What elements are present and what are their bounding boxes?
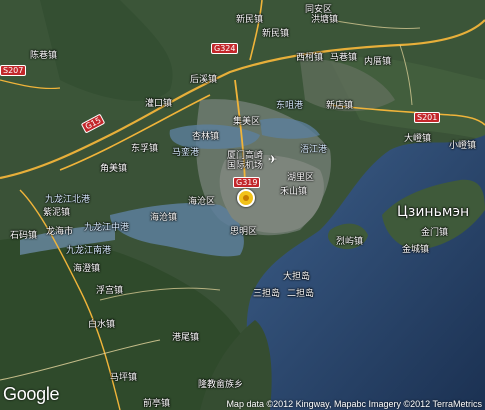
highway-shield-g324: G324 [211, 43, 239, 54]
place-label: 九龙江南港 [66, 246, 112, 256]
place-label: 前亭镇 [143, 399, 171, 409]
place-label: 灌口镇 [145, 99, 173, 109]
place-label: 洪塘镇 [311, 15, 339, 25]
place-label: 西柯镇 [296, 53, 324, 63]
google-logo[interactable]: Google [3, 384, 60, 405]
place-label: 陈巷镇 [30, 51, 58, 61]
place-label: 禾山镇 [280, 187, 308, 197]
place-label: 小嶝镇 [449, 141, 477, 151]
satellite-map[interactable]: G324 G15 S207 S201 G319 同安区 新民镇 洪塘镇 新民镇 … [0, 0, 485, 410]
place-label: 湖里区 [287, 173, 315, 183]
place-label: 新民镇 [262, 29, 290, 39]
place-label: 三担岛 [253, 289, 281, 299]
place-label: 新民镇 [236, 15, 264, 25]
highway-shield-s201: S201 [414, 112, 441, 123]
place-label: 隆教畲族乡 [198, 380, 244, 390]
place-label: 浯江港 [300, 145, 328, 155]
place-label: 海沧镇 [150, 213, 178, 223]
map-attribution: Map data ©2012 Kingway, Mapabc Imagery ©… [226, 399, 482, 409]
place-label: 紫泥镇 [43, 208, 71, 218]
location-marker-pin[interactable] [237, 189, 255, 207]
place-label: 九龙江中港 [84, 223, 130, 233]
place-label: 思明区 [230, 227, 258, 237]
place-label: 烈屿镇 [336, 237, 364, 247]
place-label: 海澄镇 [73, 264, 101, 274]
place-label: 东孚镇 [131, 144, 159, 154]
place-label: 龙海市 [46, 227, 74, 237]
place-label: 马巷镇 [330, 53, 358, 63]
place-label: 内厝镇 [364, 57, 392, 67]
place-label: 九龙江北港 [45, 195, 91, 205]
highway-shield-g319: G319 [233, 177, 261, 188]
place-label: 同安区 [305, 5, 333, 15]
place-label: 大担岛 [283, 272, 311, 282]
place-label: 马坪镇 [110, 373, 138, 383]
place-label: 金门镇 [421, 228, 449, 238]
place-label: 二担岛 [287, 289, 315, 299]
airport-icon: ✈ [268, 153, 278, 166]
place-label: 集美区 [233, 117, 261, 127]
highway-shield-s207: S207 [0, 65, 27, 76]
place-label: 浮宫镇 [96, 286, 124, 296]
place-label: 金城镇 [402, 245, 430, 255]
place-label: 马銮港 [172, 148, 200, 158]
place-label-airport: 厦门高崎国际机场 [227, 151, 264, 171]
place-label-kinmen: Цзиньмэн [397, 204, 470, 220]
place-label: 海沧区 [188, 197, 216, 207]
place-label: 港尾镇 [172, 333, 200, 343]
place-label: 后溪镇 [190, 75, 218, 85]
place-label: 石码镇 [10, 231, 38, 241]
place-label: 新店镇 [326, 101, 354, 111]
place-label: 东咀港 [276, 101, 304, 111]
place-label: 白水镇 [88, 320, 116, 330]
place-label: 角美镇 [100, 164, 128, 174]
place-label: 杏林镇 [192, 132, 220, 142]
place-label: 大嶝镇 [404, 134, 432, 144]
